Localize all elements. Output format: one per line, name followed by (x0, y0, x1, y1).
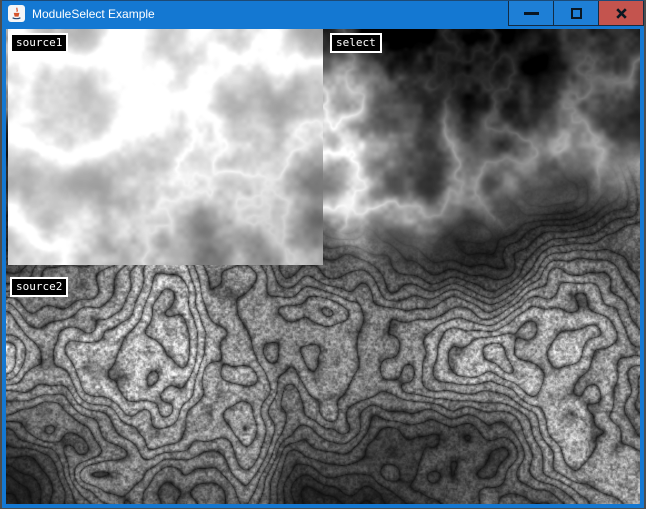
window-title: ModuleSelect Example (32, 0, 155, 29)
source2-image (8, 268, 323, 504)
java-coffee-cup-icon (8, 5, 25, 22)
minimize-icon (524, 12, 539, 15)
source1-label: source1 (10, 33, 68, 53)
window-frame-left (0, 0, 2, 509)
window-controls (508, 0, 644, 26)
titlebar[interactable]: ModuleSelect Example (0, 0, 646, 29)
minimize-button[interactable] (508, 0, 554, 26)
render-area: source1 select source2 (6, 29, 640, 504)
source1-image (8, 29, 323, 265)
maximize-icon (571, 8, 582, 19)
maximize-button[interactable] (553, 0, 599, 26)
app-window: ModuleSelect Example source1 select sour… (0, 0, 646, 509)
close-button[interactable] (598, 0, 644, 26)
source2-label: source2 (10, 277, 68, 297)
window-frame-top (0, 0, 646, 1)
close-icon (615, 7, 628, 20)
select-label: select (330, 33, 382, 53)
